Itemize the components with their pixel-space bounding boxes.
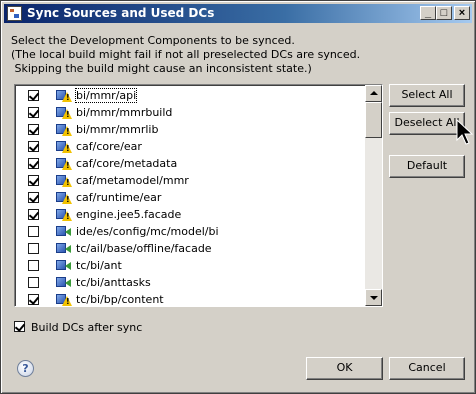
dc-used-icon bbox=[56, 276, 74, 290]
dc-used-icon bbox=[56, 259, 74, 273]
scroll-up-button[interactable] bbox=[365, 85, 382, 102]
list-item[interactable]: tc/ail/base/offline/facade bbox=[15, 240, 365, 257]
component-name: caf/core/metadata bbox=[76, 157, 178, 170]
list-item[interactable]: caf/runtime/ear bbox=[15, 189, 365, 206]
sync-dialog: Sync Sources and Used DCs _ □ × Select t… bbox=[0, 0, 476, 394]
list-item[interactable]: caf/core/metadata bbox=[15, 155, 365, 172]
component-name: bi/mmr/mmrbuild bbox=[76, 106, 173, 119]
component-name: engine.jee5.facade bbox=[76, 208, 182, 221]
component-name: tc/bi/ant bbox=[76, 259, 122, 272]
dc-warning-icon bbox=[56, 208, 74, 222]
list-item[interactable]: bi/mmr/mmrbuild bbox=[15, 104, 365, 121]
arrow-down-icon bbox=[370, 296, 378, 300]
component-checkbox[interactable] bbox=[28, 175, 39, 186]
list-item[interactable]: bi/mmr/mmrlib bbox=[15, 121, 365, 138]
dc-warning-icon bbox=[56, 157, 74, 171]
scroll-thumb[interactable] bbox=[365, 102, 382, 138]
build-checkbox-box[interactable] bbox=[14, 321, 25, 332]
component-name: bi/mmr/api bbox=[74, 88, 138, 103]
component-name: ide/es/config/mc/model/bi bbox=[76, 225, 219, 238]
component-name: tc/bi/anttasks bbox=[76, 276, 151, 289]
dc-warning-icon bbox=[56, 106, 74, 120]
list-item[interactable]: tc/bi/ant bbox=[15, 257, 365, 274]
maximize-button[interactable]: □ bbox=[436, 6, 452, 20]
component-checkbox[interactable] bbox=[28, 158, 39, 169]
component-checkbox[interactable] bbox=[28, 107, 39, 118]
ok-button[interactable]: OK bbox=[306, 357, 383, 380]
mouse-cursor-icon bbox=[456, 119, 474, 145]
dc-warning-icon bbox=[56, 174, 74, 188]
instructions: Select the Development Components to be … bbox=[11, 34, 360, 76]
component-checkbox[interactable] bbox=[28, 209, 39, 220]
dc-warning-icon bbox=[56, 140, 74, 154]
list-item[interactable]: ide/es/config/mc/model/bi bbox=[15, 223, 365, 240]
help-icon[interactable]: ? bbox=[17, 360, 34, 377]
dc-used-icon bbox=[56, 242, 74, 256]
component-name: tc/ail/base/offline/facade bbox=[76, 242, 212, 255]
component-name: tc/bi/bp/content bbox=[76, 293, 164, 306]
component-checkbox[interactable] bbox=[28, 124, 39, 135]
list-item[interactable]: bi/mmr/api bbox=[15, 87, 365, 104]
list-item[interactable]: engine.jee5.facade bbox=[15, 206, 365, 223]
minimize-button[interactable]: _ bbox=[420, 6, 436, 20]
title-bar[interactable]: Sync Sources and Used DCs _ □ × bbox=[4, 4, 472, 23]
window-title: Sync Sources and Used DCs bbox=[27, 6, 215, 20]
component-checkbox[interactable] bbox=[28, 294, 39, 305]
component-checkbox[interactable] bbox=[28, 260, 39, 271]
dc-warning-icon bbox=[56, 293, 74, 306]
component-checkbox[interactable] bbox=[28, 192, 39, 203]
instruction-line: Select the Development Components to be … bbox=[11, 34, 295, 47]
component-checkbox[interactable] bbox=[28, 243, 39, 254]
dc-warning-icon bbox=[56, 123, 74, 137]
build-checkbox-label: Build DCs after sync bbox=[31, 321, 143, 334]
component-name: caf/runtime/ear bbox=[76, 191, 162, 204]
component-name: caf/metamodel/mmr bbox=[76, 174, 189, 187]
cancel-button[interactable]: Cancel bbox=[389, 357, 465, 380]
dc-used-icon bbox=[56, 225, 74, 239]
list-item[interactable]: tc/bi/bp/content bbox=[15, 291, 365, 306]
arrow-up-icon bbox=[370, 91, 378, 95]
app-icon bbox=[7, 6, 22, 21]
list-item[interactable]: caf/metamodel/mmr bbox=[15, 172, 365, 189]
default-button[interactable]: Default bbox=[389, 155, 465, 178]
select-all-button[interactable]: Select All bbox=[389, 84, 465, 107]
dc-warning-icon bbox=[56, 191, 74, 205]
list-item[interactable]: tc/bi/anttasks bbox=[15, 274, 365, 291]
component-checkbox[interactable] bbox=[28, 226, 39, 237]
component-checkbox[interactable] bbox=[28, 90, 39, 101]
dc-warning-icon bbox=[56, 89, 74, 103]
instruction-line: (The local build might fail if not all p… bbox=[11, 48, 361, 61]
component-name: caf/core/ear bbox=[76, 140, 142, 153]
close-button[interactable]: × bbox=[454, 6, 470, 20]
component-checkbox[interactable] bbox=[28, 277, 39, 288]
component-list[interactable]: tc/bi/bp/content tc/bi/anttasks tc/bi/ant t… bbox=[14, 84, 383, 307]
component-checkbox[interactable] bbox=[28, 141, 39, 152]
component-name: bi/mmr/mmrlib bbox=[76, 123, 159, 136]
list-item[interactable]: caf/core/ear bbox=[15, 138, 365, 155]
vertical-scrollbar[interactable] bbox=[365, 85, 382, 306]
scroll-down-button[interactable] bbox=[365, 289, 382, 306]
instruction-line: Skipping the build might cause an incons… bbox=[11, 62, 312, 75]
deselect-all-button[interactable]: Deselect All bbox=[389, 112, 465, 135]
